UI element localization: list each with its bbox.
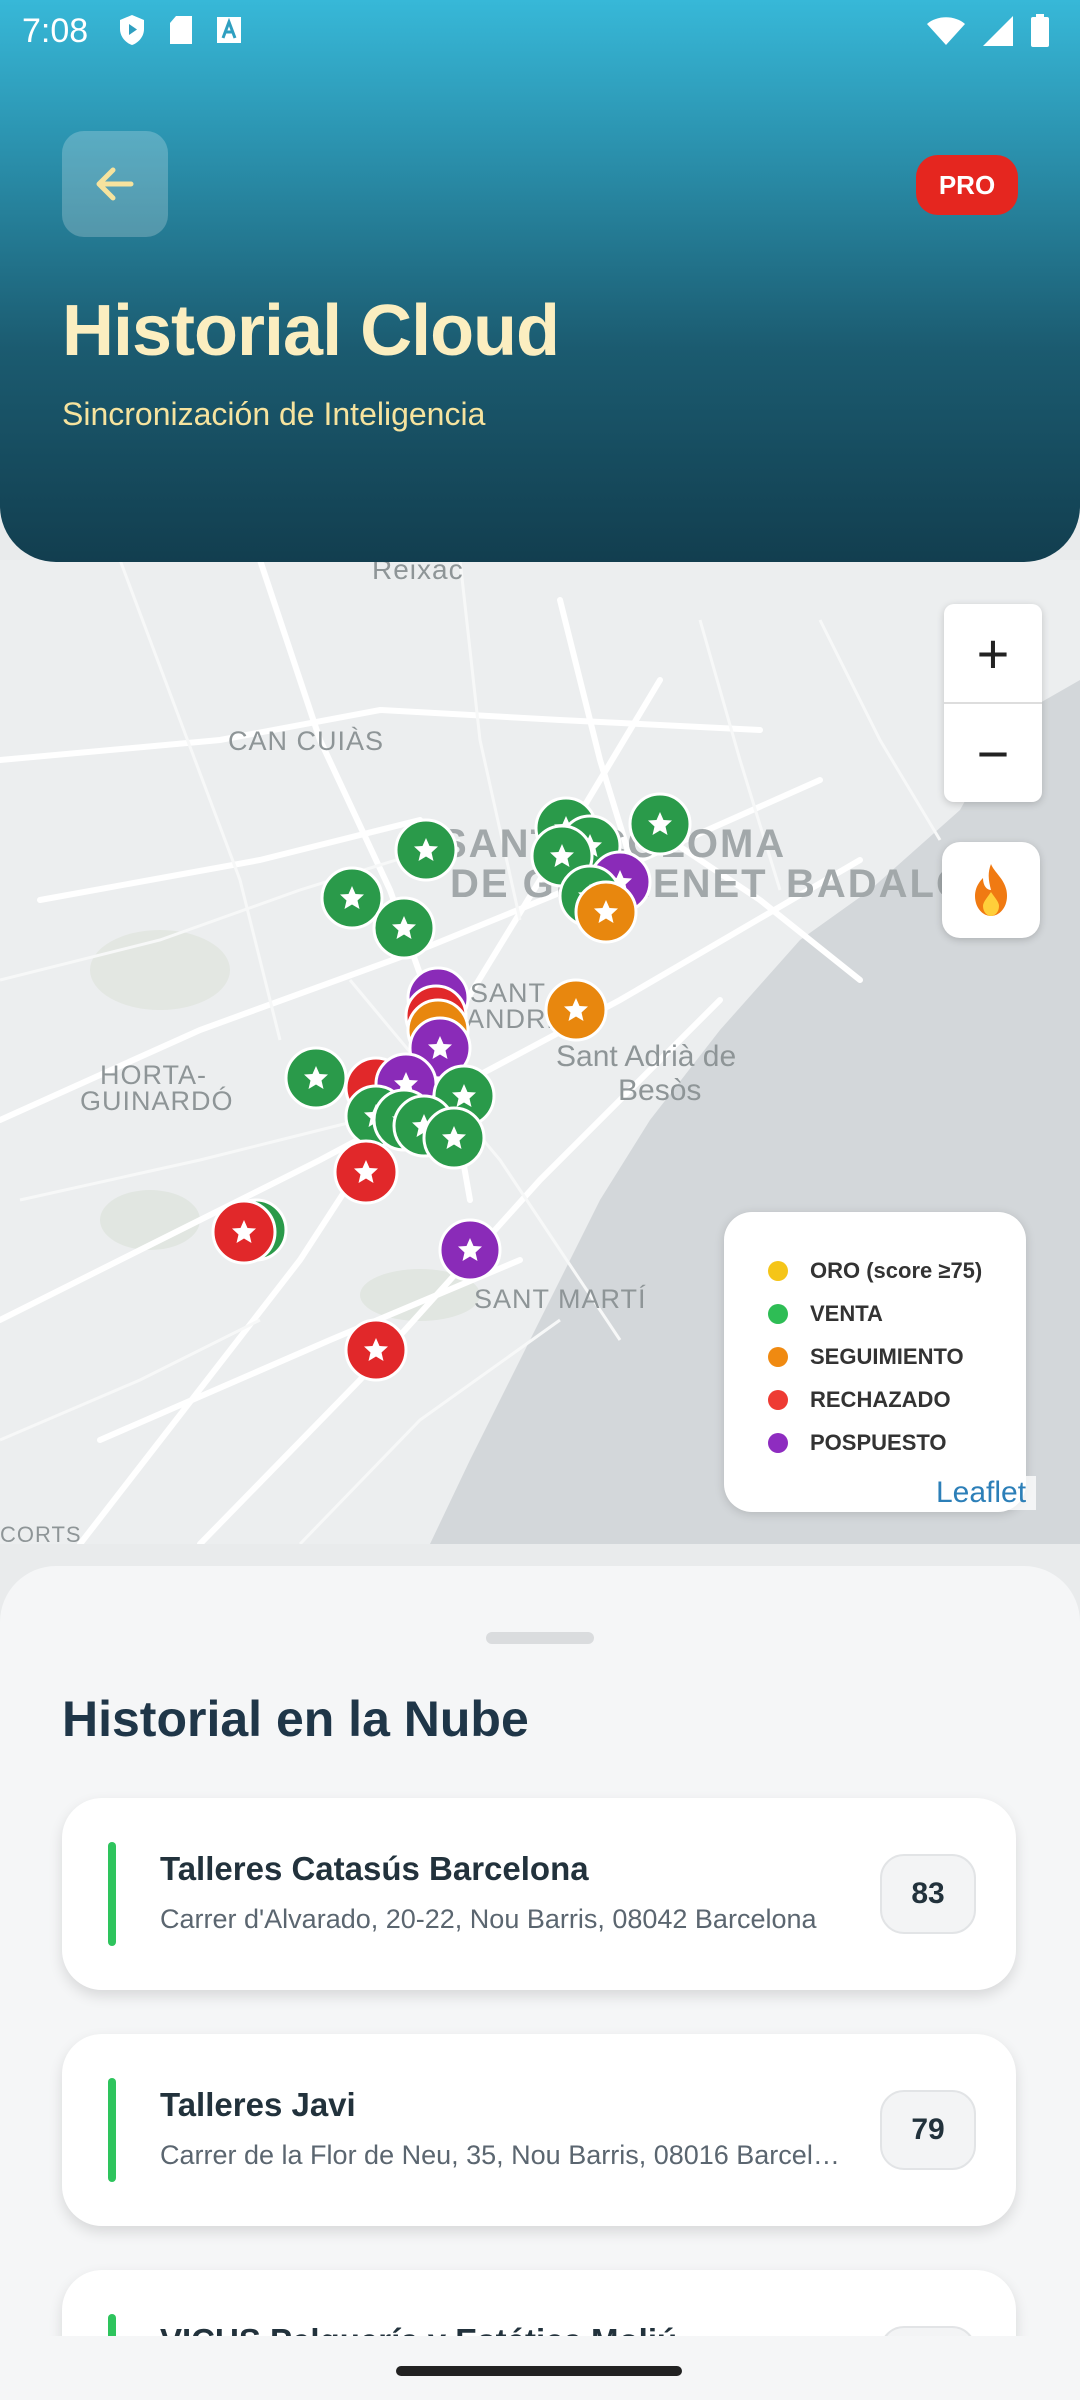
legend-item-oro: ORO (score ≥75) bbox=[768, 1258, 982, 1284]
marker-seguimiento[interactable] bbox=[574, 880, 638, 944]
page-title: Historial Cloud bbox=[62, 291, 560, 371]
zoom-in-button[interactable]: + bbox=[944, 604, 1042, 702]
legend-label: ORO (score ≥75) bbox=[810, 1258, 983, 1283]
business-name: Talleres Catasús Barcelona bbox=[160, 1850, 589, 1887]
zoom-out-button[interactable]: − bbox=[944, 704, 1042, 802]
map-legend: ORO (score ≥75) VENTA SEGUIMIENTO RECHAZ… bbox=[724, 1212, 1026, 1512]
marker-venta[interactable] bbox=[394, 818, 458, 882]
system-icons bbox=[926, 14, 1050, 48]
legend-dot-seguimiento bbox=[768, 1347, 788, 1367]
legend-label: RECHAZADO bbox=[810, 1387, 951, 1412]
legend-dot-oro bbox=[768, 1261, 788, 1281]
legend-item-rechazado: RECHAZADO bbox=[768, 1387, 951, 1413]
legend-item-venta: VENTA bbox=[768, 1301, 883, 1327]
sd-card-icon bbox=[170, 16, 192, 44]
marker-rechazado[interactable] bbox=[211, 1199, 277, 1265]
score-badge: 79 bbox=[880, 2090, 976, 2170]
history-bottom-sheet[interactable]: Historial en la Nube Talleres Catasús Ba… bbox=[0, 1566, 1080, 2400]
heatmap-button[interactable] bbox=[942, 842, 1040, 938]
notification-icons bbox=[118, 14, 242, 46]
marker-rechazado[interactable] bbox=[333, 1139, 399, 1205]
business-address: Carrer d'Alvarado, 20-22, Nou Barris, 08… bbox=[160, 1904, 817, 1934]
legend-item-pospuesto: POSPUESTO bbox=[768, 1430, 947, 1456]
status-indicator-bar bbox=[108, 2078, 116, 2182]
marker-rechazado[interactable] bbox=[344, 1318, 408, 1382]
status-bar: 7:08 bbox=[0, 0, 1080, 66]
page-subtitle: Sincronización de Inteligencia bbox=[62, 396, 486, 432]
status-time: 7:08 bbox=[22, 12, 89, 50]
font-icon bbox=[217, 17, 241, 43]
legend-dot-venta bbox=[768, 1304, 788, 1324]
wifi-icon bbox=[927, 17, 965, 45]
leaflet-attribution-link[interactable]: Leaflet bbox=[926, 1476, 1037, 1510]
marker-venta[interactable] bbox=[320, 866, 384, 930]
app-header: 7:08 PRO Historial Cloud Sincronización … bbox=[0, 0, 1080, 562]
score-badge: 83 bbox=[880, 1854, 976, 1934]
business-address: Carrer de la Flor de Neu, 35, Nou Barris… bbox=[160, 2140, 850, 2170]
legend-dot-rechazado bbox=[768, 1390, 788, 1410]
legend-dot-pospuesto bbox=[768, 1433, 788, 1453]
legend-item-seguimiento: SEGUIMIENTO bbox=[768, 1344, 964, 1370]
status-indicator-bar bbox=[108, 1842, 116, 1946]
legend-label: POSPUESTO bbox=[810, 1430, 947, 1455]
marker-venta[interactable] bbox=[422, 1106, 486, 1170]
battery-icon bbox=[1031, 14, 1049, 47]
pro-badge: PRO bbox=[916, 155, 1018, 215]
marker-pospuesto[interactable] bbox=[438, 1218, 502, 1282]
shield-play-icon bbox=[120, 15, 144, 45]
zoom-control: + − bbox=[944, 604, 1042, 802]
legend-label: SEGUIMIENTO bbox=[810, 1344, 964, 1369]
marker-venta[interactable] bbox=[284, 1046, 348, 1110]
signal-icon bbox=[983, 16, 1013, 46]
marker-seguimiento[interactable] bbox=[544, 978, 608, 1042]
history-card[interactable]: Talleres Javi Carrer de la Flor de Neu, … bbox=[62, 2034, 1016, 2226]
marker-venta[interactable] bbox=[372, 896, 436, 960]
business-name: Talleres Javi bbox=[160, 2086, 356, 2123]
gesture-nav-bar[interactable] bbox=[396, 2366, 682, 2376]
legend-label: VENTA bbox=[810, 1301, 883, 1326]
flame-icon bbox=[975, 864, 1007, 916]
sheet-title: Historial en la Nube bbox=[62, 1691, 529, 1747]
back-button[interactable] bbox=[62, 131, 168, 237]
history-card[interactable]: Talleres Catasús Barcelona Carrer d'Alva… bbox=[62, 1798, 1016, 1990]
marker-venta[interactable] bbox=[628, 792, 692, 856]
arrow-left-icon bbox=[96, 167, 134, 201]
sheet-drag-handle[interactable] bbox=[486, 1632, 594, 1644]
